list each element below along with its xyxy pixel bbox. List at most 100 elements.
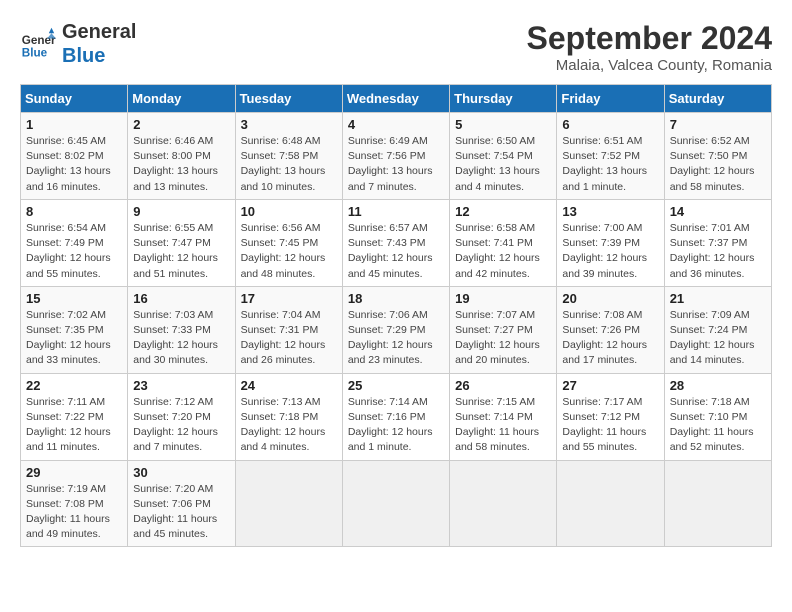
calendar-cell: [557, 460, 664, 547]
calendar-cell: 8 Sunrise: 6:54 AM Sunset: 7:49 PM Daylig…: [21, 199, 128, 286]
day-info: Sunrise: 6:46 AM Sunset: 8:00 PM Dayligh…: [133, 134, 229, 195]
day-info: Sunrise: 7:11 AM Sunset: 7:22 PM Dayligh…: [26, 395, 122, 456]
day-info: Sunrise: 6:51 AM Sunset: 7:52 PM Dayligh…: [562, 134, 658, 195]
day-number: 21: [670, 291, 766, 306]
day-number: 30: [133, 465, 229, 480]
day-number: 12: [455, 204, 551, 219]
day-info: Sunrise: 7:15 AM Sunset: 7:14 PM Dayligh…: [455, 395, 551, 456]
day-info: Sunrise: 6:48 AM Sunset: 7:58 PM Dayligh…: [241, 134, 337, 195]
day-info: Sunrise: 7:06 AM Sunset: 7:29 PM Dayligh…: [348, 308, 444, 369]
day-info: Sunrise: 7:08 AM Sunset: 7:26 PM Dayligh…: [562, 308, 658, 369]
weekday-header: Monday: [128, 85, 235, 113]
day-number: 28: [670, 378, 766, 393]
day-number: 7: [670, 117, 766, 132]
day-info: Sunrise: 6:50 AM Sunset: 7:54 PM Dayligh…: [455, 134, 551, 195]
calendar-cell: [235, 460, 342, 547]
calendar-cell: 23Sunrise: 7:12 AM Sunset: 7:20 PM Dayli…: [128, 373, 235, 460]
day-info: Sunrise: 7:20 AM Sunset: 7:06 PM Dayligh…: [133, 482, 229, 543]
day-info: Sunrise: 7:17 AM Sunset: 7:12 PM Dayligh…: [562, 395, 658, 456]
day-info: Sunrise: 7:04 AM Sunset: 7:31 PM Dayligh…: [241, 308, 337, 369]
calendar-cell: 11 Sunrise: 6:57 AM Sunset: 7:43 PM Dayli…: [342, 199, 449, 286]
day-info: Sunrise: 7:03 AM Sunset: 7:33 PM Dayligh…: [133, 308, 229, 369]
day-number: 3: [241, 117, 337, 132]
day-info: Sunrise: 7:01 AM Sunset: 7:37 PM Dayligh…: [670, 221, 766, 282]
day-number: 10: [241, 204, 337, 219]
day-info: Sunrise: 6:52 AM Sunset: 7:50 PM Dayligh…: [670, 134, 766, 195]
day-number: 5: [455, 117, 551, 132]
weekday-header: Sunday: [21, 85, 128, 113]
day-number: 14: [670, 204, 766, 219]
calendar-cell: 6Sunrise: 6:51 AM Sunset: 7:52 PM Daylig…: [557, 113, 664, 200]
calendar-cell: 17 Sunrise: 7:04 AM Sunset: 7:31 PM Dayli…: [235, 286, 342, 373]
svg-text:Blue: Blue: [22, 47, 48, 60]
calendar-cell: 24 Sunrise: 7:13 AM Sunset: 7:18 PM Dayli…: [235, 373, 342, 460]
day-number: 26: [455, 378, 551, 393]
title-block: September 2024 Malaia, Valcea County, Ro…: [527, 20, 772, 74]
calendar-cell: 29 Sunrise: 7:19 AM Sunset: 7:08 PM Dayli…: [21, 460, 128, 547]
day-number: 27: [562, 378, 658, 393]
day-info: Sunrise: 6:49 AM Sunset: 7:56 PM Dayligh…: [348, 134, 444, 195]
logo: General Blue General Blue: [20, 20, 136, 68]
day-number: 19: [455, 291, 551, 306]
calendar-cell: 30 Sunrise: 7:20 AM Sunset: 7:06 PM Dayli…: [128, 460, 235, 547]
calendar-cell: 20 Sunrise: 7:08 AM Sunset: 7:26 PM Dayli…: [557, 286, 664, 373]
day-info: Sunrise: 7:13 AM Sunset: 7:18 PM Dayligh…: [241, 395, 337, 456]
calendar-cell: [342, 460, 449, 547]
calendar-cell: [450, 460, 557, 547]
page-header: General Blue General Blue September 2024…: [20, 20, 772, 74]
calendar-cell: 16 Sunrise: 7:03 AM Sunset: 7:33 PM Dayli…: [128, 286, 235, 373]
weekday-header: Saturday: [664, 85, 771, 113]
day-info: Sunrise: 6:57 AM Sunset: 7:43 PM Dayligh…: [348, 221, 444, 282]
day-info: Sunrise: 7:14 AM Sunset: 7:16 PM Dayligh…: [348, 395, 444, 456]
location-title: Malaia, Valcea County, Romania: [527, 57, 772, 74]
weekday-header: Thursday: [450, 85, 557, 113]
day-number: 17: [241, 291, 337, 306]
weekday-header: Wednesday: [342, 85, 449, 113]
day-info: Sunrise: 7:00 AM Sunset: 7:39 PM Dayligh…: [562, 221, 658, 282]
calendar-cell: 4 Sunrise: 6:49 AM Sunset: 7:56 PM Daylig…: [342, 113, 449, 200]
calendar-cell: 5 Sunrise: 6:50 AM Sunset: 7:54 PM Daylig…: [450, 113, 557, 200]
day-number: 11: [348, 204, 444, 219]
day-number: 4: [348, 117, 444, 132]
calendar-cell: 26 Sunrise: 7:15 AM Sunset: 7:14 PM Dayli…: [450, 373, 557, 460]
calendar-cell: 14 Sunrise: 7:01 AM Sunset: 7:37 PM Dayli…: [664, 199, 771, 286]
calendar-cell: 18 Sunrise: 7:06 AM Sunset: 7:29 PM Dayli…: [342, 286, 449, 373]
calendar-cell: 25 Sunrise: 7:14 AM Sunset: 7:16 PM Dayli…: [342, 373, 449, 460]
day-info: Sunrise: 7:18 AM Sunset: 7:10 PM Dayligh…: [670, 395, 766, 456]
day-number: 22: [26, 378, 122, 393]
calendar-cell: 10 Sunrise: 6:56 AM Sunset: 7:45 PM Dayli…: [235, 199, 342, 286]
day-number: 2: [133, 117, 229, 132]
day-info: Sunrise: 6:55 AM Sunset: 7:47 PM Dayligh…: [133, 221, 229, 282]
day-info: Sunrise: 6:45 AM Sunset: 8:02 PM Dayligh…: [26, 134, 122, 195]
calendar-table: SundayMondayTuesdayWednesdayThursdayFrid…: [20, 84, 772, 547]
day-number: 20: [562, 291, 658, 306]
calendar-cell: 2 Sunrise: 6:46 AM Sunset: 8:00 PM Daylig…: [128, 113, 235, 200]
day-number: 13: [562, 204, 658, 219]
day-info: Sunrise: 7:19 AM Sunset: 7:08 PM Dayligh…: [26, 482, 122, 543]
calendar-cell: 3 Sunrise: 6:48 AM Sunset: 7:58 PM Daylig…: [235, 113, 342, 200]
calendar-cell: 27 Sunrise: 7:17 AM Sunset: 7:12 PM Dayli…: [557, 373, 664, 460]
month-title: September 2024: [527, 20, 772, 57]
day-info: Sunrise: 6:56 AM Sunset: 7:45 PM Dayligh…: [241, 221, 337, 282]
day-number: 15: [26, 291, 122, 306]
calendar-cell: 13 Sunrise: 7:00 AM Sunset: 7:39 PM Dayli…: [557, 199, 664, 286]
day-number: 24: [241, 378, 337, 393]
calendar-cell: [664, 460, 771, 547]
day-number: 25: [348, 378, 444, 393]
logo-general: General: [62, 20, 136, 44]
calendar-cell: 12Sunrise: 6:58 AM Sunset: 7:41 PM Dayli…: [450, 199, 557, 286]
calendar-cell: 22 Sunrise: 7:11 AM Sunset: 7:22 PM Dayli…: [21, 373, 128, 460]
calendar-cell: 28 Sunrise: 7:18 AM Sunset: 7:10 PM Dayli…: [664, 373, 771, 460]
calendar-cell: 9Sunrise: 6:55 AM Sunset: 7:47 PM Daylig…: [128, 199, 235, 286]
day-number: 8: [26, 204, 122, 219]
calendar-cell: 21Sunrise: 7:09 AM Sunset: 7:24 PM Dayli…: [664, 286, 771, 373]
weekday-header: Friday: [557, 85, 664, 113]
day-info: Sunrise: 7:02 AM Sunset: 7:35 PM Dayligh…: [26, 308, 122, 369]
day-number: 23: [133, 378, 229, 393]
day-number: 18: [348, 291, 444, 306]
day-number: 16: [133, 291, 229, 306]
day-info: Sunrise: 6:54 AM Sunset: 7:49 PM Dayligh…: [26, 221, 122, 282]
day-number: 29: [26, 465, 122, 480]
calendar-cell: 1Sunrise: 6:45 AM Sunset: 8:02 PM Daylig…: [21, 113, 128, 200]
logo-icon: General Blue: [20, 26, 56, 62]
